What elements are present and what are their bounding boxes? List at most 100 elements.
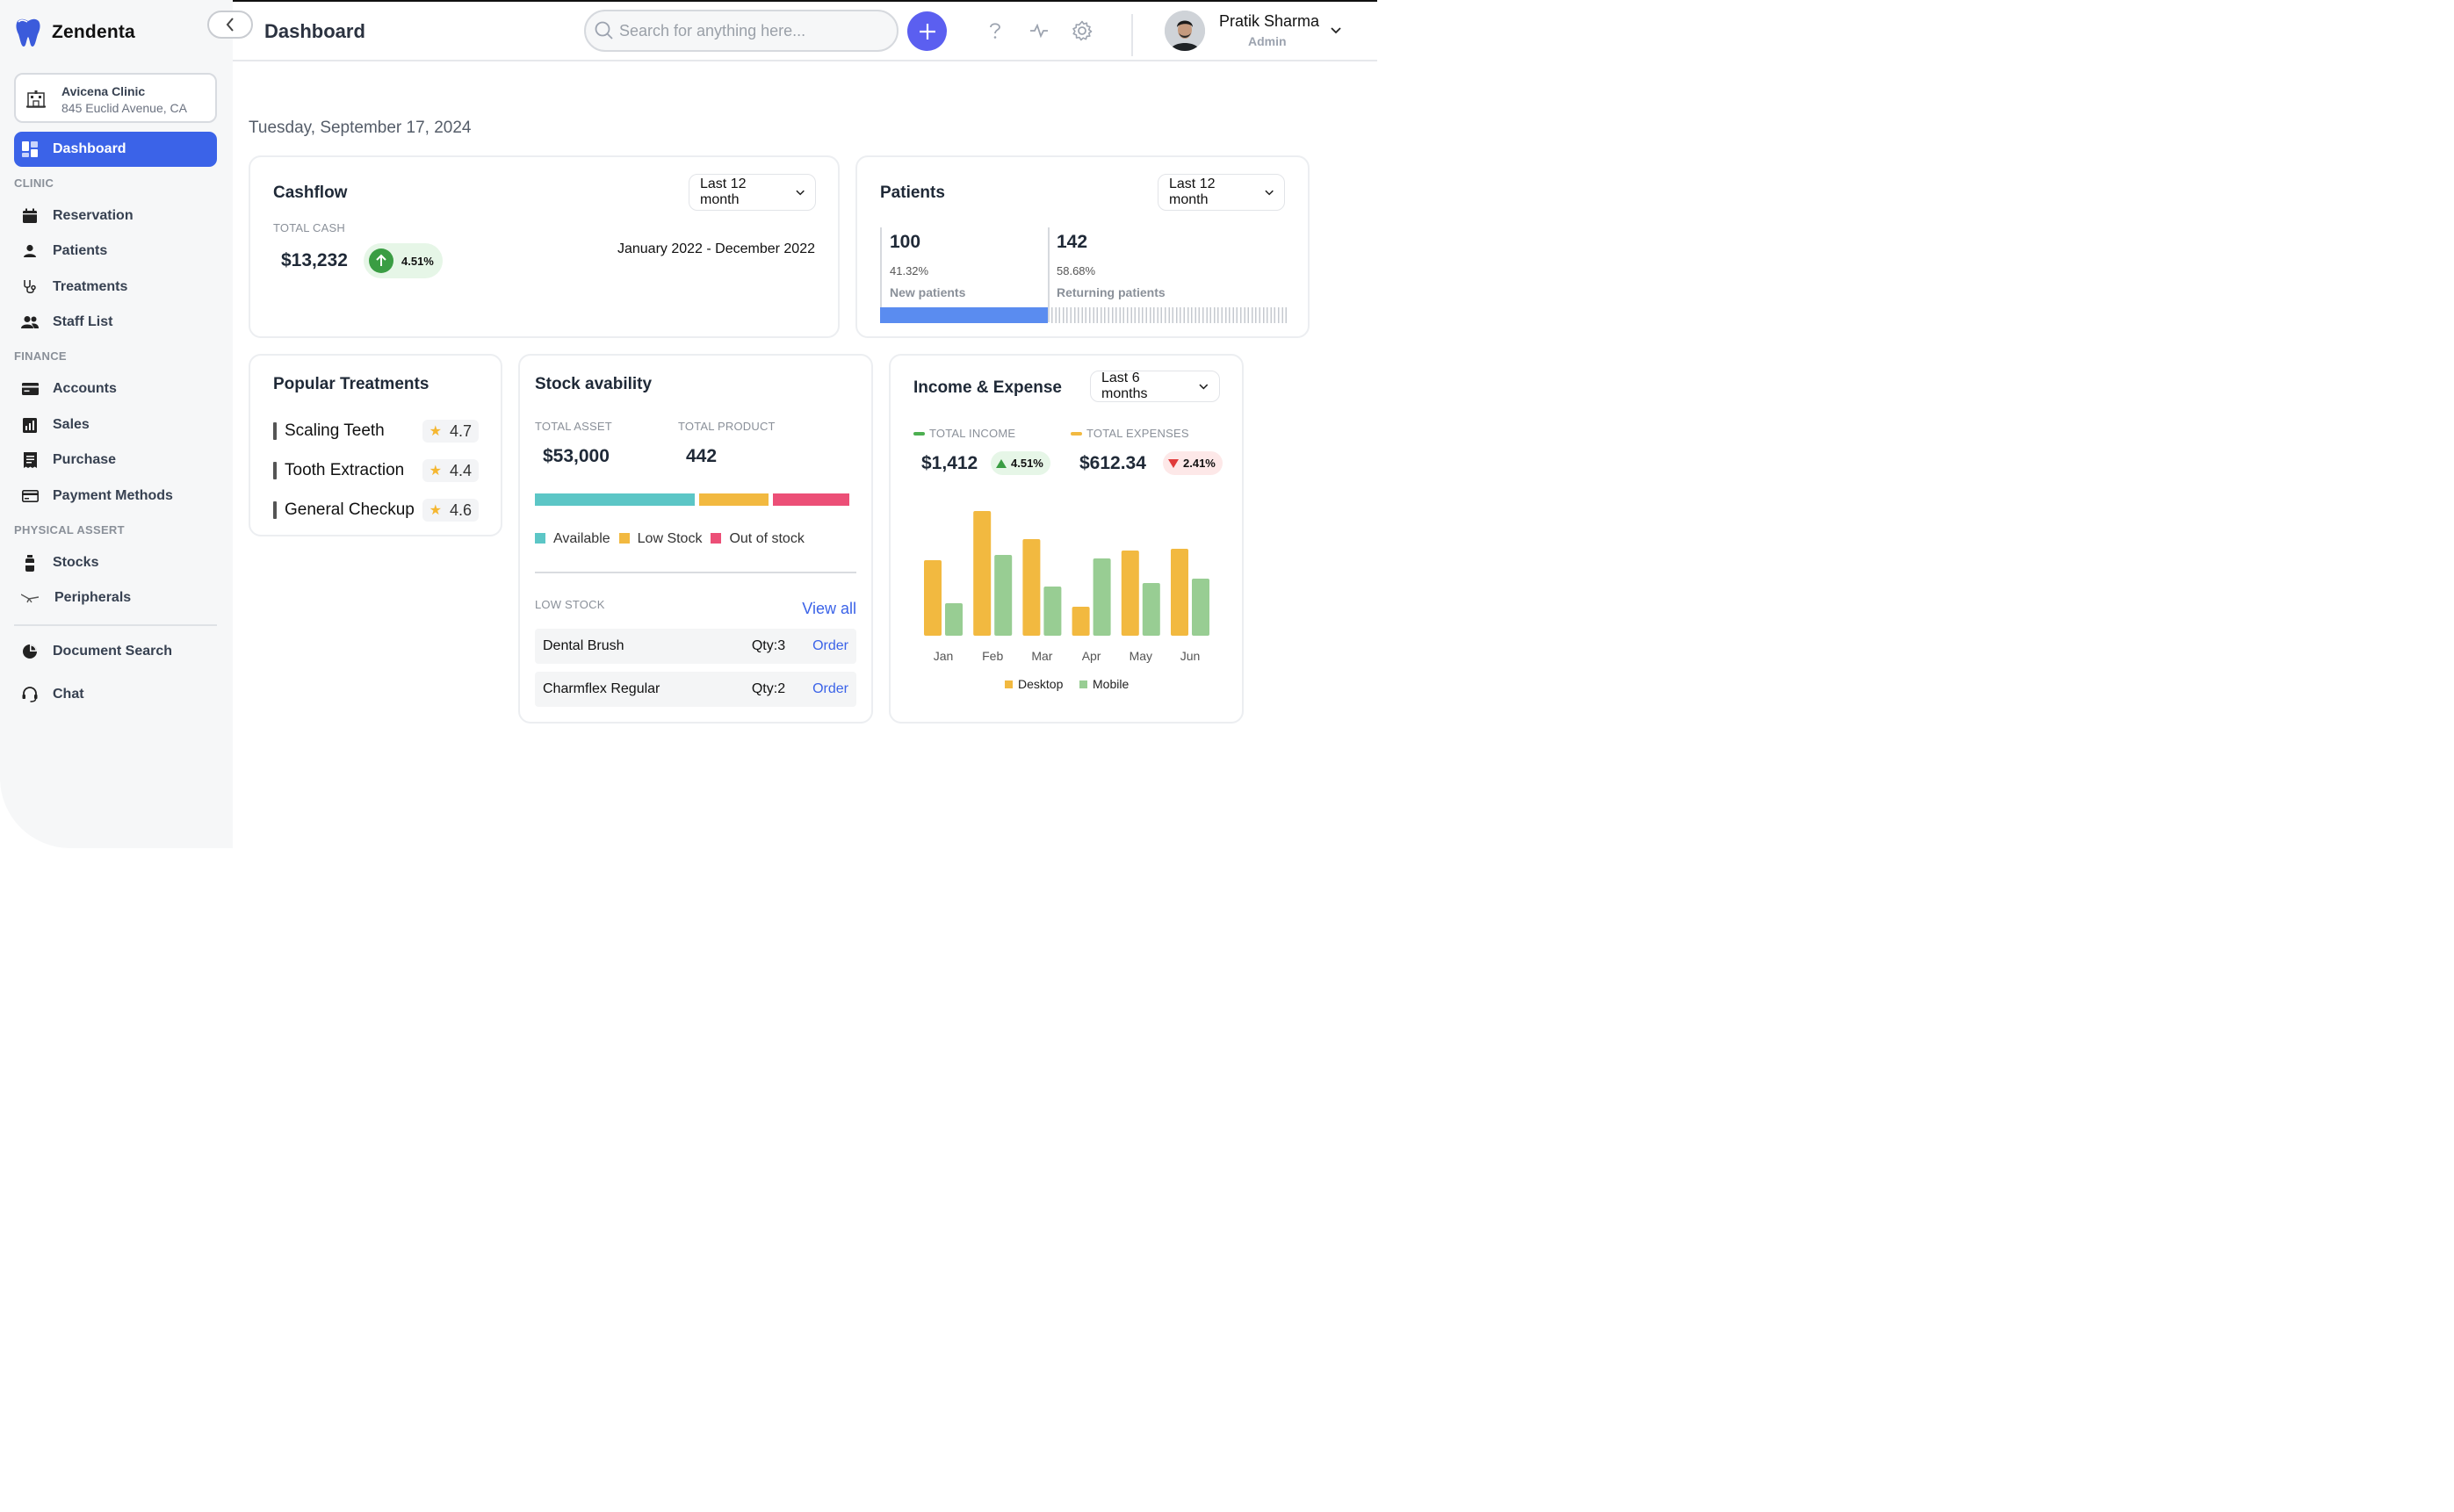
app-logo[interactable]: Zendenta bbox=[16, 18, 135, 47]
bar-desktop-may[interactable] bbox=[1121, 551, 1139, 636]
sidebar-item-treatments[interactable]: Treatments bbox=[14, 272, 217, 302]
sidebar-item-label: Peripherals bbox=[54, 590, 132, 605]
order-button[interactable]: Order bbox=[812, 638, 848, 654]
legend-swatch bbox=[618, 533, 630, 544]
avatar[interactable] bbox=[1165, 11, 1205, 51]
order-button[interactable]: Order bbox=[812, 681, 848, 697]
tooth-logo-icon bbox=[16, 18, 40, 47]
cashflow-period-select[interactable]: Last 12 month bbox=[689, 174, 816, 211]
sidebar-item-dashboard[interactable]: Dashboard bbox=[14, 132, 217, 167]
chevron-down-icon bbox=[1331, 27, 1341, 34]
app-name: Zendenta bbox=[52, 22, 135, 42]
total-asset-label: TOTAL ASSET bbox=[535, 420, 612, 433]
arrow-up-icon bbox=[369, 248, 393, 273]
credit-card-icon bbox=[21, 487, 39, 505]
income-expense-card: Income & Expense Last 6 months TOTAL INC… bbox=[889, 354, 1244, 724]
bar-mobile-jun[interactable] bbox=[1192, 579, 1209, 636]
patients-card: Patients Last 12 month 100 41.32% New pa… bbox=[855, 155, 1310, 338]
returning-patients-bar bbox=[1051, 307, 1287, 323]
x-tick-label: Jan bbox=[934, 649, 954, 663]
x-tick-label: Feb bbox=[982, 649, 1003, 663]
product-qty: Qty:3 bbox=[751, 638, 786, 653]
group-icon bbox=[21, 313, 39, 331]
bar-mobile-apr[interactable] bbox=[1093, 558, 1111, 636]
header-divider bbox=[1131, 14, 1133, 56]
new-patients-percent: 41.32% bbox=[890, 264, 929, 277]
new-patients-value: 100 bbox=[890, 232, 921, 252]
section-label-clinic: CLINIC bbox=[14, 176, 54, 190]
sidebar-item-reservation[interactable]: Reservation bbox=[14, 201, 217, 231]
total-product-value: 442 bbox=[686, 446, 718, 466]
bar-desktop-feb[interactable] bbox=[973, 511, 992, 636]
card-title: Stock avability bbox=[535, 375, 653, 393]
treatment-marker bbox=[273, 501, 277, 519]
bar-desktop-jan[interactable] bbox=[924, 560, 942, 636]
sidebar-item-sales[interactable]: Sales bbox=[14, 410, 217, 440]
clinic-selector[interactable]: Avicena Clinic 845 Euclid Avenue, CA bbox=[14, 73, 217, 123]
bar-chart-icon bbox=[21, 416, 39, 434]
sidebar-item-label: Stocks bbox=[53, 555, 99, 570]
sidebar-item-purchase[interactable]: Purchase bbox=[14, 445, 217, 475]
rating-value: 4.4 bbox=[449, 461, 472, 479]
x-tick-label: Jun bbox=[1180, 649, 1201, 663]
bar-mobile-mar[interactable] bbox=[1043, 587, 1062, 636]
sidebar-item-payment-methods[interactable]: Payment Methods bbox=[14, 481, 217, 511]
star-icon: ★ bbox=[429, 424, 442, 439]
sidebar-item-staff-list[interactable]: Staff List bbox=[14, 307, 217, 337]
legend-item-low-stock: Low Stock bbox=[618, 531, 703, 547]
low-stock-row: Charmflex Regular Qty:2 Order bbox=[535, 672, 856, 707]
legend-label: Low Stock bbox=[637, 531, 703, 546]
settings-button[interactable] bbox=[1071, 19, 1093, 42]
treatment-row[interactable]: Tooth Extraction ★ 4.4 bbox=[273, 459, 479, 482]
search-input[interactable] bbox=[619, 21, 883, 40]
bar-desktop-jun[interactable] bbox=[1171, 549, 1188, 636]
question-icon bbox=[990, 23, 1000, 39]
user-name: Pratik Sharma bbox=[1219, 12, 1320, 30]
help-button[interactable] bbox=[984, 19, 1007, 42]
sidebar-item-stocks[interactable]: Stocks bbox=[14, 548, 217, 578]
stock-legend: Available Low Stock Out of stock bbox=[535, 531, 805, 547]
calendar-icon bbox=[21, 207, 39, 225]
sidebar-item-document-search[interactable]: Document Search bbox=[14, 637, 217, 666]
view-all-link[interactable]: View all bbox=[802, 600, 856, 618]
clinic-name: Avicena Clinic bbox=[61, 84, 146, 98]
sidebar-item-patients[interactable]: Patients bbox=[14, 236, 217, 266]
receipt-icon bbox=[21, 451, 39, 469]
treatment-row[interactable]: Scaling Teeth ★ 4.7 bbox=[273, 420, 479, 443]
bar-desktop-apr[interactable] bbox=[1072, 607, 1090, 636]
bar-mobile-feb[interactable] bbox=[994, 555, 1013, 636]
available-segment bbox=[535, 493, 696, 506]
sidebar-item-label: Reservation bbox=[53, 208, 134, 223]
bar-desktop-mar[interactable] bbox=[1022, 539, 1041, 636]
product-name: Charmflex Regular bbox=[543, 681, 660, 696]
chevron-down-icon bbox=[796, 190, 805, 195]
search-bar[interactable] bbox=[584, 10, 899, 52]
patients-period-select[interactable]: Last 12 month bbox=[1158, 174, 1285, 211]
star-icon: ★ bbox=[429, 503, 442, 518]
sidebar-divider bbox=[14, 624, 217, 626]
date-range: January 2022 - December 2022 bbox=[617, 241, 815, 256]
bar-mobile-jan[interactable] bbox=[945, 603, 963, 636]
activity-button[interactable] bbox=[1028, 19, 1050, 42]
user-role: Admin bbox=[1248, 34, 1287, 48]
bottle-icon bbox=[21, 554, 39, 572]
popular-treatments-card: Popular Treatments Scaling Teeth ★ 4.7 To… bbox=[249, 354, 502, 536]
total-product-label: TOTAL PRODUCT bbox=[678, 420, 776, 433]
activity-icon bbox=[1030, 24, 1048, 38]
sidebar-item-accounts[interactable]: Accounts bbox=[14, 374, 217, 404]
add-button[interactable] bbox=[907, 11, 947, 51]
treatment-row[interactable]: General Checkup ★ 4.6 bbox=[273, 499, 479, 522]
sidebar-item-chat[interactable]: Chat bbox=[14, 680, 217, 709]
chevron-down-icon bbox=[1265, 190, 1274, 195]
wallet-icon bbox=[21, 380, 39, 398]
bar-mobile-may[interactable] bbox=[1142, 583, 1160, 636]
sidebar: Zendenta Avicena Clinic 845 Euclid Avenu… bbox=[0, 0, 233, 848]
new-patients-bar bbox=[880, 307, 1049, 323]
treatment-name: General Checkup bbox=[285, 500, 415, 519]
star-icon: ★ bbox=[429, 464, 442, 479]
sidebar-item-peripherals[interactable]: Peripherals bbox=[14, 583, 217, 613]
sidebar-item-label: Accounts bbox=[53, 381, 117, 396]
user-menu-toggle[interactable] bbox=[1331, 23, 1341, 39]
plus-icon bbox=[919, 23, 935, 40]
legend-swatch bbox=[711, 533, 722, 544]
